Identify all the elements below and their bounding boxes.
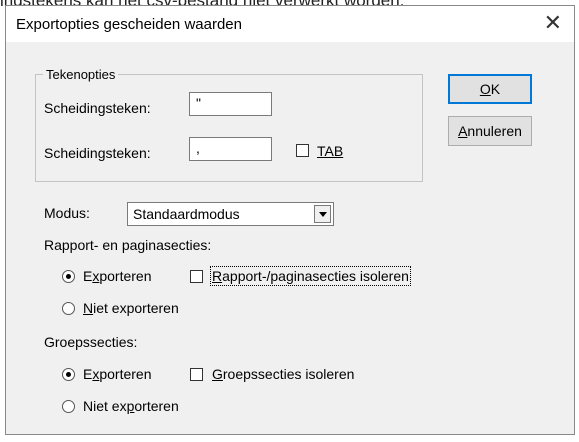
tab-label: TAB	[317, 143, 344, 159]
rapport-exporteren-label: Exporteren	[83, 268, 152, 284]
groep-niet-exporteren-label: Niet exporteren	[83, 398, 179, 414]
scheidingsteken-input-2[interactable]: ,	[189, 137, 272, 161]
rapport-niet-exporteren-radio[interactable]	[62, 302, 75, 315]
scheidingsteken-label-2: Scheidingsteken:	[44, 145, 151, 161]
rapport-niet-exporteren-label: Niet exporteren	[83, 300, 179, 316]
ok-button[interactable]: OK	[448, 74, 532, 104]
groep-exporteren-radio[interactable]	[62, 368, 75, 381]
modus-select[interactable]: Standaardmodus	[127, 202, 334, 226]
rapport-heading: Rapport- en paginasecties:	[44, 237, 212, 253]
modus-selected-value: Standaardmodus	[133, 206, 240, 222]
groep-isoleren-label: Groepssecties isoleren	[212, 366, 355, 382]
close-icon[interactable]: ✕	[544, 10, 562, 36]
tekenopties-legend: Tekenopties	[43, 67, 119, 82]
dialog-title: Exportopties gescheiden waarden	[16, 16, 242, 33]
groep-isoleren-checkbox[interactable]	[190, 368, 203, 381]
tab-checkbox[interactable]	[296, 144, 309, 157]
groep-exporteren-label: Exporteren	[83, 366, 152, 382]
rapport-isoleren-checkbox[interactable]	[190, 270, 203, 283]
annuleren-button[interactable]: Annuleren	[448, 116, 532, 146]
groep-heading: Groepssecties:	[44, 334, 138, 350]
rapport-isoleren-label: Rapport-/paginasecties isoleren	[210, 266, 411, 286]
export-options-dialog: Exportopties gescheiden waarden ✕ Tekeno…	[5, 5, 575, 435]
chevron-down-icon[interactable]	[314, 205, 331, 223]
title-bar: Exportopties gescheiden waarden ✕	[6, 6, 574, 42]
rapport-exporteren-radio[interactable]	[62, 270, 75, 283]
groep-niet-exporteren-radio[interactable]	[62, 400, 75, 413]
scheidingsteken-label-1: Scheidingsteken:	[44, 100, 151, 116]
tekenopties-groupbox	[35, 74, 423, 182]
scheidingsteken-input-1[interactable]: "	[189, 92, 272, 116]
modus-label: Modus:	[44, 205, 90, 221]
